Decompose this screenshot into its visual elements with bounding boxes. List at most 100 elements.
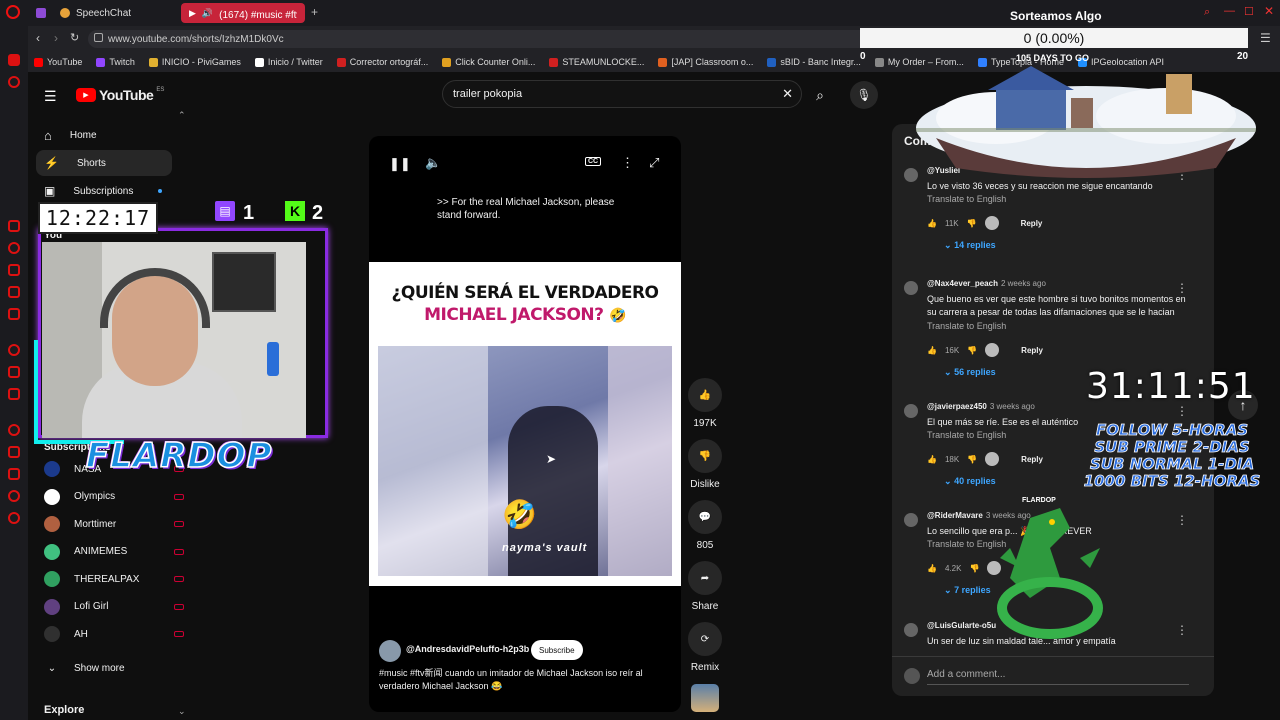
subscription-item[interactable]: THEREALPAX: [44, 568, 184, 590]
channel-avatar[interactable]: [379, 640, 401, 662]
bookmark-item[interactable]: Inicio / Twitter: [254, 57, 323, 67]
speaker-icon[interactable]: 🔊: [202, 8, 213, 19]
new-tab-icon[interactable]: +: [311, 5, 318, 19]
dislike-button[interactable]: 👎: [688, 439, 722, 473]
back-icon[interactable]: ‹: [36, 31, 40, 45]
comment-more-icon[interactable]: ⋮: [1176, 513, 1188, 527]
chat-sidebar-icon[interactable]: [8, 286, 20, 298]
subscribe-button[interactable]: Subscribe: [531, 640, 583, 660]
comment-dislike-icon[interactable]: 👎: [969, 564, 979, 573]
comment-like-icon[interactable]: 👍: [927, 564, 937, 573]
explore-header[interactable]: Explore: [44, 704, 84, 716]
nav-shorts[interactable]: ⚡ Shorts: [36, 150, 172, 176]
reload-icon[interactable]: ↻: [70, 31, 79, 44]
like-action[interactable]: 👍 197K: [688, 378, 722, 429]
bulb-sidebar-icon[interactable]: [8, 490, 20, 502]
commenter-avatar[interactable]: [904, 513, 918, 527]
messenger-sidebar-icon[interactable]: [8, 76, 20, 88]
bookmark-item[interactable]: Corrector ortográf...: [336, 57, 428, 67]
nav-subscriptions[interactable]: ▣ Subscriptions: [36, 178, 172, 204]
comment-dislike-icon[interactable]: 👎: [967, 346, 977, 355]
list-sidebar-icon[interactable]: [8, 468, 20, 480]
search-icon[interactable]: ⌕: [806, 81, 834, 109]
bookmark-item[interactable]: INICIO - PiviGames: [148, 57, 241, 67]
x-sidebar-icon[interactable]: [8, 388, 20, 400]
channel-name[interactable]: @AndresdavidPeluffo-h2p3b: [406, 644, 529, 654]
add-comment-input[interactable]: Add a comment...: [927, 669, 1189, 685]
view-replies-button[interactable]: ⌄ 14 replies: [944, 240, 996, 251]
forward-icon[interactable]: ›: [54, 31, 58, 45]
pause-icon[interactable]: ❚❚: [389, 156, 411, 172]
opera-logo-icon[interactable]: [6, 5, 20, 19]
show-more-button[interactable]: ⌄ Show more: [44, 657, 184, 679]
translate-link[interactable]: Translate to English: [927, 430, 1006, 440]
twitch-sidebar-icon[interactable]: [8, 366, 20, 378]
fullscreen-icon[interactable]: ⤢: [649, 155, 659, 171]
refresh-sidebar-icon[interactable]: [8, 242, 20, 254]
box-sidebar-icon[interactable]: [8, 446, 20, 458]
subscription-item[interactable]: ANIMEMES: [44, 541, 184, 563]
bookmark-item[interactable]: sBID - Banc Integr...: [767, 57, 861, 67]
view-replies-button[interactable]: ⌄ 7 replies: [944, 585, 991, 596]
subscription-item[interactable]: AH: [44, 623, 184, 645]
remix-action[interactable]: ⟳ Remix: [688, 622, 722, 673]
sound-thumbnail[interactable]: [691, 684, 719, 712]
subscription-item[interactable]: Morttimer: [44, 513, 184, 535]
reply-button[interactable]: Reply: [1021, 346, 1043, 355]
comment-like-icon[interactable]: 👍: [927, 455, 937, 464]
bookmark-item[interactable]: [JAP] Classroom o...: [658, 57, 753, 67]
search-input[interactable]: trailer pokopia ✕: [442, 80, 802, 108]
translate-link[interactable]: Translate to English: [927, 194, 1006, 204]
short-player[interactable]: ❚❚ 🔈 CC ⋮ ⤢ >> For the real Michael Jack…: [369, 136, 681, 712]
subscription-item[interactable]: Lofi Girl: [44, 596, 184, 618]
bookmark-item[interactable]: STEAMUNLOCKE...: [549, 57, 644, 67]
reply-button[interactable]: Reply: [1021, 219, 1043, 228]
clock-sidebar-icon[interactable]: [8, 424, 20, 436]
like-button[interactable]: 👍: [688, 378, 722, 412]
bookmark-item[interactable]: Twitch: [96, 57, 135, 67]
share-action[interactable]: ➦ Share: [688, 561, 722, 612]
volume-icon[interactable]: 🔈: [425, 155, 441, 171]
minimize-icon[interactable]: —: [1224, 5, 1235, 17]
captions-icon[interactable]: CC: [585, 157, 602, 166]
flag-sidebar-icon[interactable]: [8, 344, 20, 356]
comments-action[interactable]: 💬 805: [688, 500, 722, 551]
view-replies-button[interactable]: ⌄ 56 replies: [944, 367, 996, 378]
microphone-icon[interactable]: 🎙: [850, 81, 878, 109]
more-options-icon[interactable]: ⋮: [621, 155, 634, 171]
bag-sidebar-icon[interactable]: [8, 264, 20, 276]
comment-more-icon[interactable]: ⋮: [1176, 281, 1188, 295]
clear-search-icon[interactable]: ✕: [782, 86, 793, 102]
maximize-icon[interactable]: ☐: [1244, 5, 1254, 18]
extensions-icon[interactable]: [36, 8, 46, 18]
comment-author[interactable]: @javierpaez450 3 weeks ago: [927, 402, 1035, 411]
comment-like-icon[interactable]: 👍: [927, 219, 937, 228]
bookmark-item[interactable]: Click Counter Onli...: [442, 57, 535, 67]
comment-more-icon[interactable]: ⋮: [1176, 623, 1188, 637]
music-sidebar-icon[interactable]: [8, 308, 20, 320]
reply-button[interactable]: Reply: [1021, 455, 1043, 464]
scroll-up-arrow-icon[interactable]: ⌃: [178, 110, 186, 121]
scroll-down-arrow-icon[interactable]: ⌄: [178, 706, 186, 717]
commenter-avatar[interactable]: [904, 404, 918, 418]
translate-link[interactable]: Translate to English: [927, 321, 1006, 331]
tab-speechchat[interactable]: SpeechChat: [52, 3, 176, 23]
comment-author[interactable]: @Nax4ever_peach 2 weeks ago: [927, 279, 1046, 288]
view-replies-button[interactable]: ⌄ 40 replies: [944, 476, 996, 487]
bookmark-item[interactable]: YouTube: [34, 57, 82, 67]
settings-sidebar-icon[interactable]: [8, 512, 20, 524]
close-window-icon[interactable]: ✕: [1264, 4, 1274, 18]
home-sidebar-icon[interactable]: [8, 54, 20, 66]
tab-youtube-active[interactable]: ▶ 🔊 (1674) #music #ftv新: [181, 3, 305, 23]
nav-home[interactable]: ⌂ Home: [36, 122, 172, 148]
gamepad-sidebar-icon[interactable]: [8, 220, 20, 232]
comment-dislike-icon[interactable]: 👎: [967, 455, 977, 464]
remix-button[interactable]: ⟳: [688, 622, 722, 656]
dislike-action[interactable]: 👎 Dislike: [688, 439, 722, 490]
menu-icon[interactable]: ☰: [1260, 31, 1271, 45]
url-field[interactable]: www.youtube.com/shorts/IzhzM1Dk0Vc: [88, 30, 878, 48]
hamburger-menu-icon[interactable]: ☰: [44, 88, 57, 105]
search-tabs-icon[interactable]: ⌕: [1204, 6, 1210, 19]
commenter-avatar[interactable]: [904, 281, 918, 295]
subscription-item[interactable]: Olympics: [44, 486, 184, 508]
